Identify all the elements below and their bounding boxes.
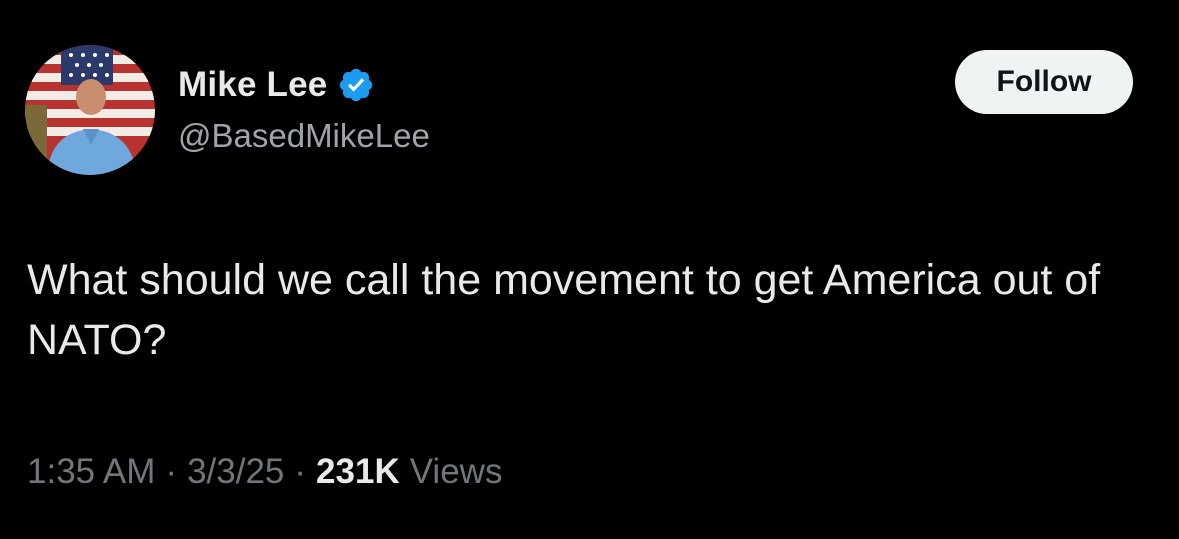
meta-separator: · bbox=[165, 452, 178, 491]
tweet-text: What should we call the movement to get … bbox=[27, 256, 1101, 364]
tweet-time[interactable]: 1:35 AM bbox=[27, 452, 155, 492]
views-count[interactable]: 231K bbox=[316, 452, 400, 492]
avatar-image bbox=[25, 45, 155, 175]
follow-button[interactable]: Follow bbox=[955, 50, 1133, 114]
avatar[interactable] bbox=[25, 45, 155, 175]
tweet-card: Mike Lee @BasedMikeLee Follow What shoul… bbox=[0, 0, 1179, 539]
views-label: Views bbox=[409, 452, 503, 491]
meta-separator: · bbox=[294, 452, 307, 491]
verified-badge-icon[interactable] bbox=[337, 66, 375, 104]
tweet-date[interactable]: 3/3/25 bbox=[187, 452, 284, 492]
tweet-meta: 1:35 AM · 3/3/25 · 231K Views bbox=[27, 452, 502, 492]
author-display-name[interactable]: Mike Lee bbox=[178, 65, 327, 105]
author-name-row: Mike Lee bbox=[178, 62, 375, 108]
author-handle[interactable]: @BasedMikeLee bbox=[178, 117, 430, 155]
